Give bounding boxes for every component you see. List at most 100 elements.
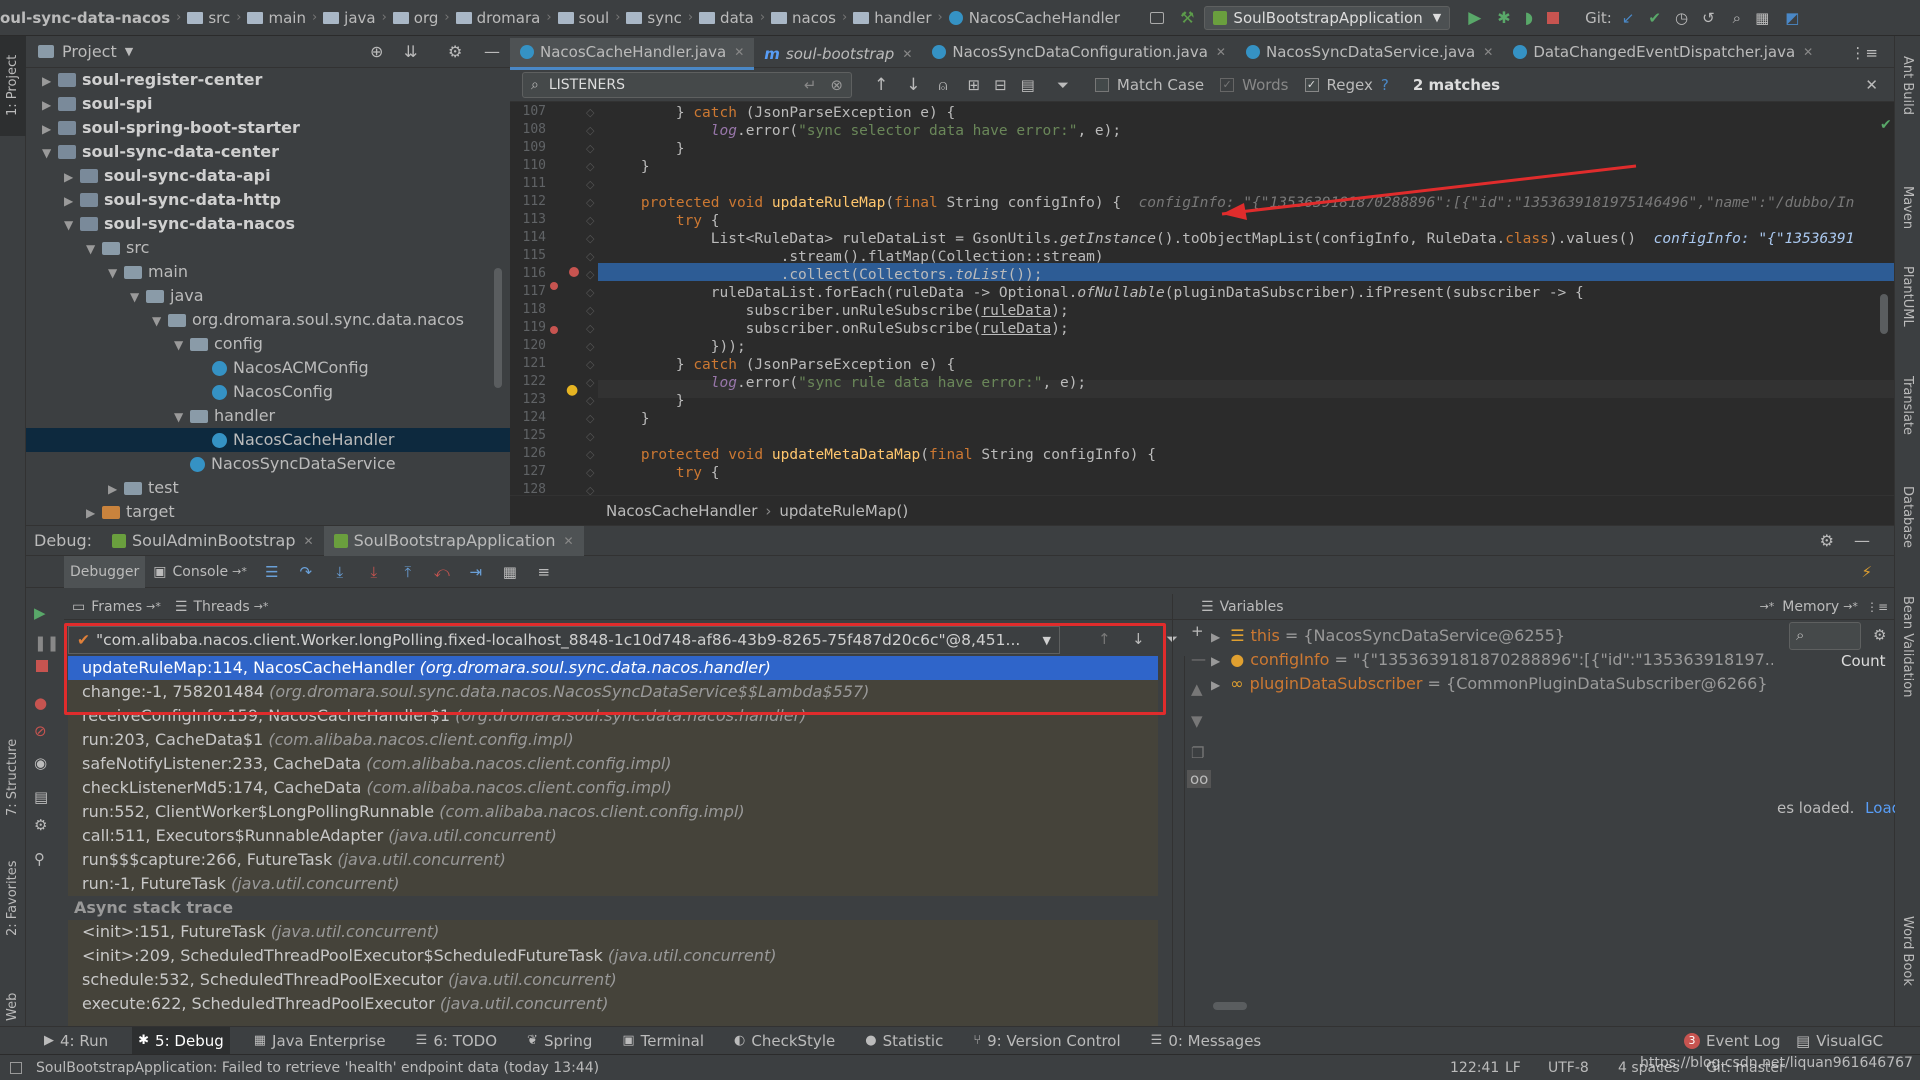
chevron-right-icon[interactable]: ▶ [86,501,102,525]
variable-row[interactable]: ▶ ☰ this = {NacosSyncDataService@6255} [1211,624,1565,648]
camera-icon[interactable]: ◉ [34,754,47,772]
find-all-icon[interactable]: ⍝ [939,76,948,94]
stack-frame[interactable]: checkListenerMd5:174, CacheData (com.ali… [68,776,1158,800]
scrollbar[interactable] [494,268,502,388]
stack-frame[interactable]: run:203, CacheData$1 (com.alibaba.nacos.… [68,728,1158,752]
step-out-icon[interactable]: ⤒ [399,563,417,581]
search-everywhere-icon[interactable]: ⌕ [1733,9,1741,27]
drop-frame-icon[interactable]: ⤺ [433,563,451,581]
translate-tool-button[interactable]: Translate [1900,376,1915,435]
coverage-icon[interactable]: ◗ [1525,8,1533,27]
frames-tab[interactable]: ▭ Frames →* [72,599,161,615]
search-input[interactable]: ⌕ LISTENERS ↵ ⊗ [522,71,852,98]
chevron-right-icon[interactable]: ▶ [1211,654,1220,668]
chevron-down-icon[interactable]: ▼ [174,333,190,357]
add-occurrence-icon[interactable]: ⊞ [968,76,981,94]
pause-icon[interactable]: ❚❚ [34,634,59,652]
history-icon[interactable]: ◷ [1675,9,1688,27]
tree-item[interactable]: NacosACMConfig [26,356,510,380]
plugin-icon[interactable]: ◩ [1785,9,1799,27]
editor-tab[interactable]: DataChangedEventDispatcher.java ✕ [1503,36,1823,68]
stack-frame[interactable]: <init>:151, FutureTask (java.util.concur… [68,920,1158,944]
tabs-menu-icon[interactable]: ⋮≡ [1850,44,1878,62]
chevron-down-icon[interactable]: ▼ [152,309,168,333]
bean-validation-tool-button[interactable]: Bean Validation [1900,596,1915,697]
pin-icon[interactable]: ⚲ [34,850,45,868]
project-panel-title[interactable]: Project [62,42,117,61]
memory-search-input[interactable]: ⌕ [1789,622,1861,650]
breadcrumb-item[interactable]: org › [392,9,450,27]
tree-item[interactable]: ▼ main [26,260,510,284]
tool-window-button[interactable]: ▣ Terminal [616,1027,710,1055]
debug-icon[interactable]: ✱ [1497,8,1510,27]
close-icon[interactable]: ✕ [1803,45,1813,59]
close-icon[interactable]: ✕ [734,45,744,59]
breadcrumb-item[interactable]: NacosCacheHandler [948,9,1120,27]
run-to-cursor-icon[interactable]: ⇥ [467,563,485,581]
chevron-right-icon[interactable]: ▶ [64,189,80,213]
chevron-right-icon[interactable]: ▶ [42,117,58,141]
breadcrumb-item[interactable]: handler › [853,9,943,27]
stack-frame[interactable]: updateRuleMap:114, NacosCacheHandler (or… [68,656,1158,680]
tool-window-button[interactable]: ✱ 5: Debug [132,1026,230,1055]
show-execution-point-icon[interactable]: ☰ [263,563,281,581]
variable-row[interactable]: ▶ ∞ pluginDataSubscriber = {CommonPluginDa… [1211,672,1768,696]
step-into-icon[interactable]: ⤓ [331,563,349,581]
count-column-header[interactable]: Count [1841,652,1886,670]
tree-item[interactable]: ▼ config [26,332,510,356]
stack-frame[interactable]: run$$$capture:266, FutureTask (java.util… [68,848,1158,872]
database-tool-button[interactable]: Database [1900,486,1915,548]
stop-icon[interactable] [1547,11,1560,24]
previous-frame-icon[interactable]: ↑ [1098,630,1111,648]
close-icon[interactable]: ✕ [1483,45,1493,59]
tree-item[interactable]: ▶ soul-register-center [26,68,510,92]
notification-icon[interactable]: ⚡ [1861,563,1872,581]
words-checkbox[interactable]: ✓ [1220,77,1235,92]
gear-icon[interactable]: ⚙ [448,42,462,61]
minimize-icon[interactable]: — [1854,531,1870,550]
file-encoding[interactable]: UTF-8 [1548,1060,1589,1076]
breadcrumb-item[interactable]: dromara › [455,9,552,27]
stack-frame[interactable]: run:-1, FutureTask (java.util.concurrent… [68,872,1158,896]
run-configuration-select[interactable]: SoulBootstrapApplication ▼ [1204,5,1451,30]
regex-checkbox[interactable]: ✓ [1304,77,1319,92]
project-tool-button[interactable]: 1: Project [0,36,26,136]
variable-row[interactable]: ▶ ● configInfo = "{"1353639181870288896":[… [1211,648,1773,672]
structure-tool-button[interactable]: 7: Structure [5,739,20,816]
git-update-icon[interactable]: ↙ [1622,9,1635,27]
maven-tool-button[interactable]: Maven [1900,186,1915,229]
chevron-down-icon[interactable]: ▼ [108,261,124,285]
next-match-icon[interactable]: ↓ [906,75,920,95]
stack-frame[interactable]: receiveConfigInfo:159, NacosCacheHandler… [68,704,1158,728]
tree-item[interactable]: NacosConfig [26,380,510,404]
visualgc-button[interactable]: ▤ VisualGC [1796,1032,1883,1050]
threads-tab[interactable]: ☰ Threads →* [175,599,269,615]
tree-item[interactable]: ▼ org.dromara.soul.sync.data.nacos [26,308,510,332]
select-all-occurrences-icon[interactable]: ▤ [1021,76,1035,94]
step-over-icon[interactable]: ↷ [297,563,315,581]
breadcrumb-item[interactable]: java › [323,9,387,27]
event-log-button[interactable]: 3 Event Log [1684,1032,1781,1050]
ant-build-tool-button[interactable]: Ant Build [1900,56,1915,115]
minimize-icon[interactable]: — [484,42,500,61]
layout-icon[interactable]: ▤ [34,788,48,806]
caret-position[interactable]: 122:41 [1450,1060,1499,1076]
breadcrumb-class[interactable]: NacosCacheHandler [606,502,757,520]
gear-icon[interactable]: ⚙ [1873,626,1886,644]
tree-item[interactable]: ▼ java [26,284,510,308]
gear-icon[interactable]: ⚙ [34,816,47,834]
editor-tab[interactable]: m soul-bootstrap ✕ [754,38,922,70]
build-hammer-icon[interactable]: ⚒ [1180,8,1194,27]
memory-tab[interactable]: Memory [1782,599,1839,615]
evaluate-expression-icon[interactable]: ▦ [501,563,519,581]
chevron-down-icon[interactable]: ▼ [130,285,146,309]
tool-window-button[interactable]: ▦ Java Enterprise [248,1027,392,1055]
tab-console[interactable]: ▣ Console →* [145,556,255,588]
scrollbar[interactable] [1213,1002,1247,1010]
tool-window-button[interactable]: ◐ CheckStyle [728,1027,841,1055]
view-breakpoints-icon[interactable]: ● [34,694,47,712]
regex-help-icon[interactable]: ? [1381,76,1389,94]
trace-stream-icon[interactable]: ≡ [535,563,553,581]
tool-window-button[interactable]: ❦ Spring [521,1027,598,1055]
chevron-down-icon[interactable]: ▼ [64,213,80,237]
